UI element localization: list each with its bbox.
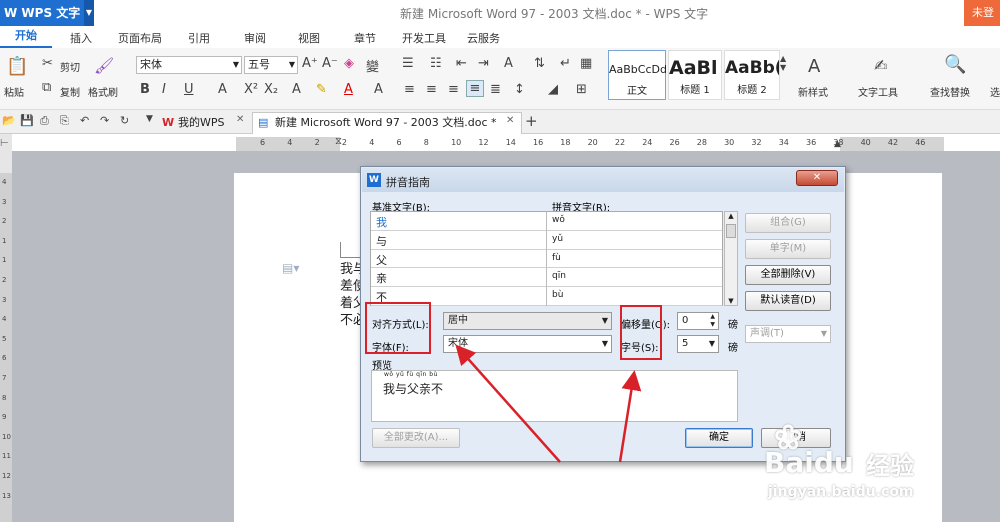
- annotation-arrows: [455, 344, 642, 463]
- watermark-url: jingyan.baidu.com: [768, 484, 914, 500]
- watermark-brand: Baidu: [764, 446, 854, 479]
- watermark-cn: 经验: [866, 452, 914, 480]
- arrow-to-size: [618, 370, 642, 463]
- arrow-to-font: [455, 344, 561, 463]
